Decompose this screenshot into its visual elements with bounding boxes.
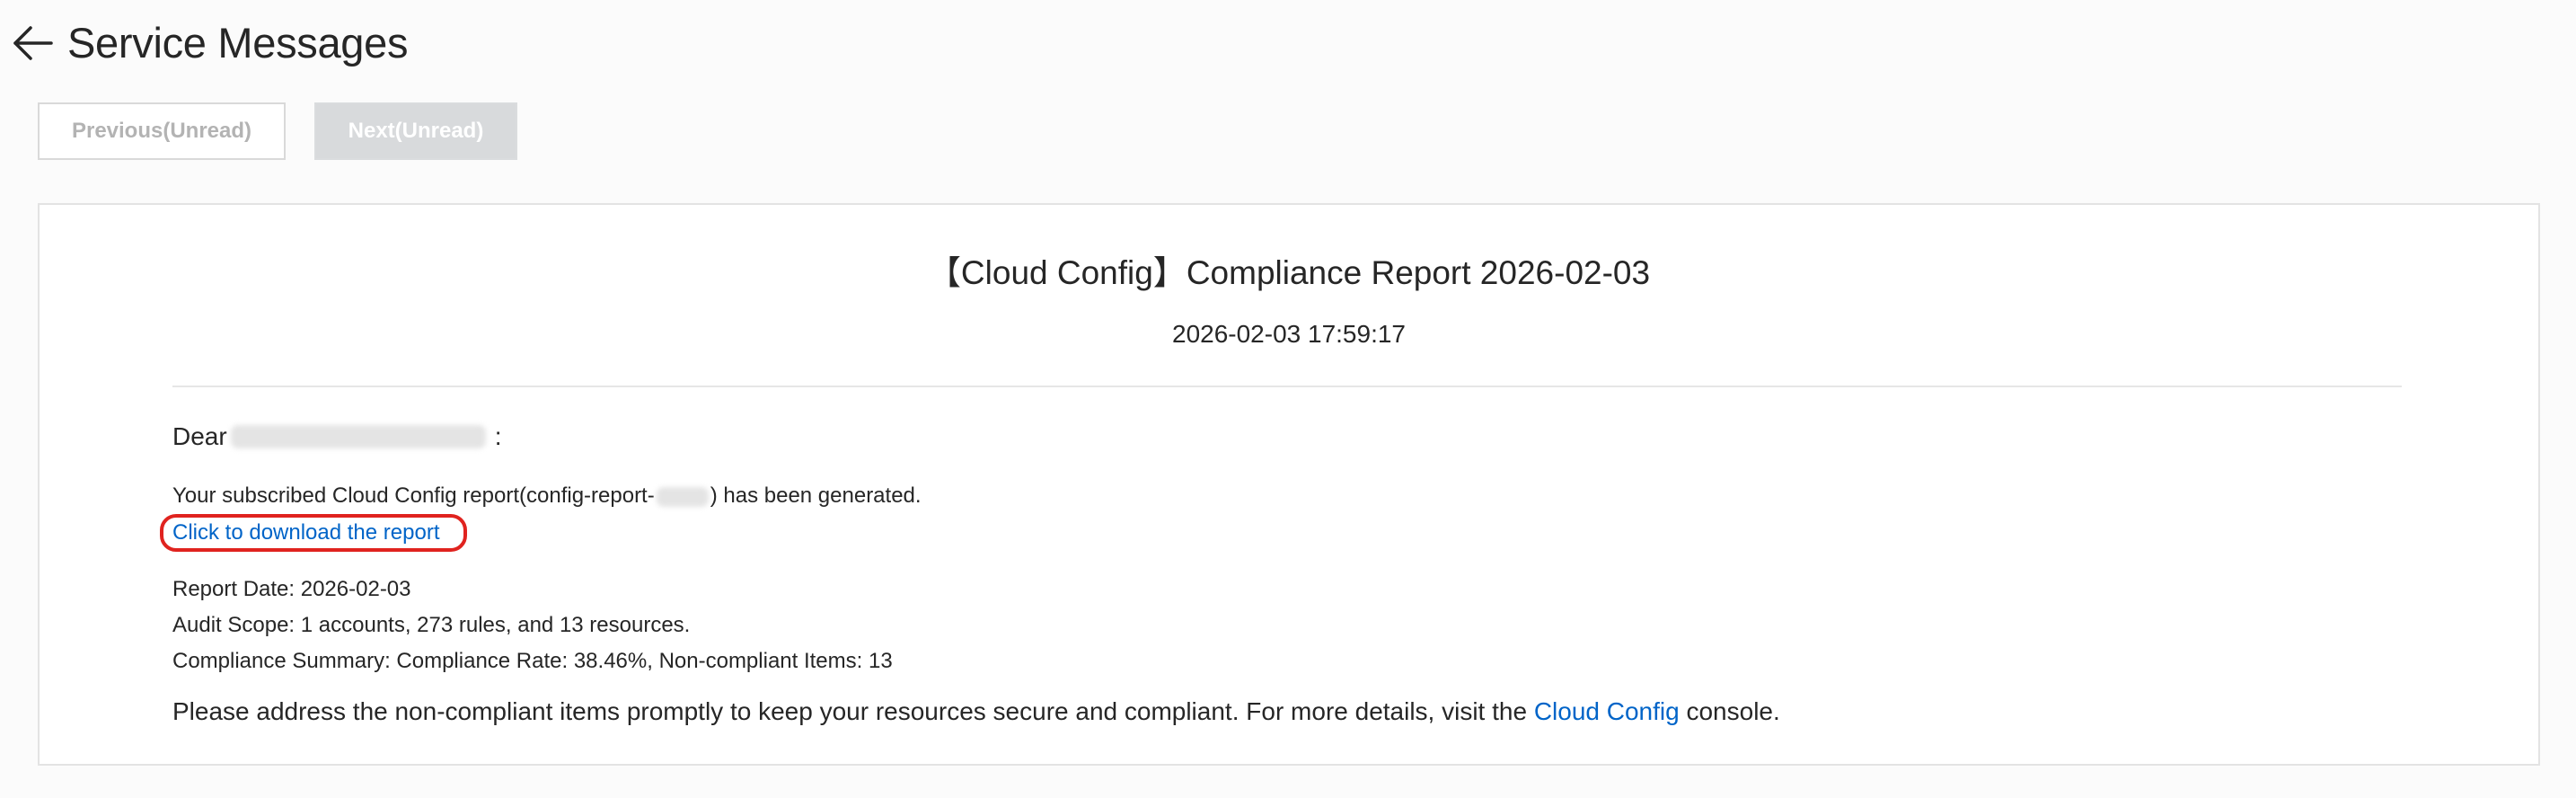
- previous-unread-button[interactable]: Previous(Unread): [38, 102, 286, 160]
- arrow-left-icon[interactable]: [13, 23, 54, 63]
- greeting-line: Dear :: [172, 421, 501, 453]
- report-generated-line: Your subscribed Cloud Config report(conf…: [172, 482, 922, 510]
- message-title: 【Cloud Config】Compliance Report 2026-02-…: [927, 254, 1651, 291]
- report-generated-prefix: Your subscribed Cloud Config report(conf…: [172, 483, 655, 508]
- next-unread-button[interactable]: Next(Unread): [314, 102, 517, 160]
- message-card: 【Cloud Config】Compliance Report 2026-02-…: [38, 203, 2540, 766]
- download-report-link[interactable]: Click to download the report: [172, 519, 440, 547]
- greeting-suffix: :: [494, 422, 502, 450]
- report-generated-suffix: ) has been generated.: [710, 483, 922, 508]
- greeting-prefix: Dear: [172, 422, 227, 450]
- redacted-report-id: [656, 486, 709, 507]
- service-messages-page: Service Messages Previous(Unread) Next(U…: [0, 0, 2576, 798]
- cloud-config-console-link[interactable]: Cloud Config: [1534, 697, 1680, 725]
- message-timestamp: 2026-02-03 17:59:17: [1172, 320, 1406, 348]
- divider: [172, 386, 2402, 387]
- page-title: Service Messages: [67, 19, 409, 66]
- address-instruction-line: Please address the non-compliant items p…: [172, 696, 1780, 728]
- address-prefix: Please address the non-compliant items p…: [172, 697, 1534, 725]
- report-date-line: Report Date: 2026-02-03: [172, 577, 411, 601]
- redacted-recipient-name: [230, 425, 486, 448]
- audit-scope-line: Audit Scope: 1 accounts, 273 rules, and …: [172, 613, 691, 637]
- address-suffix: console.: [1679, 697, 1780, 725]
- compliance-summary-line: Compliance Summary: Compliance Rate: 38.…: [172, 649, 893, 673]
